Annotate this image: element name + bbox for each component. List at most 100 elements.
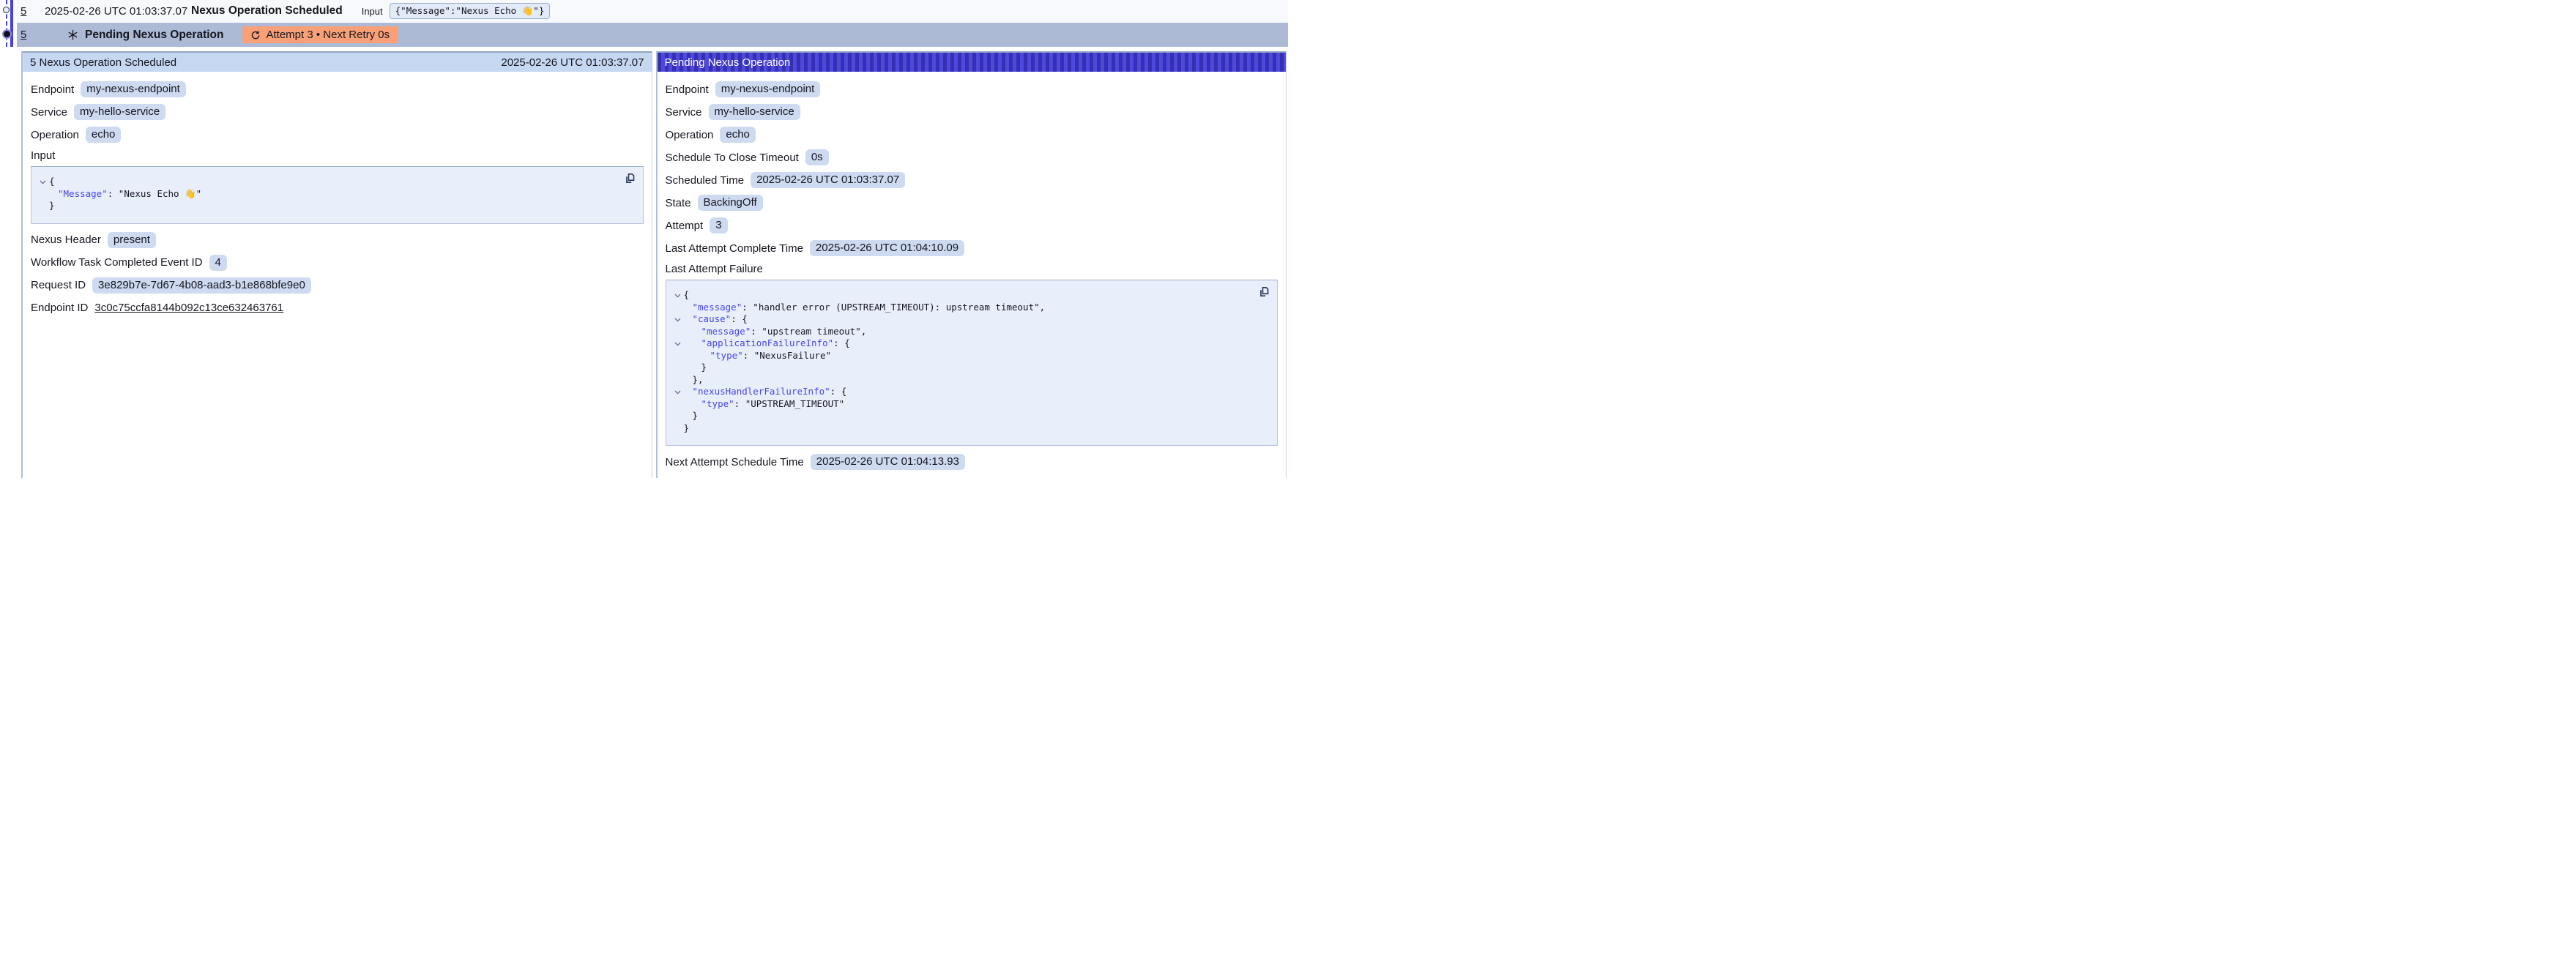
attempt-retry-text: Attempt 3 • Next Retry 0s (266, 29, 390, 41)
event-id-link[interactable]: 5 (21, 29, 31, 41)
pending-operation-panel: Pending Nexus Operation Endpoint my-nexus… (656, 51, 1287, 478)
field-value-badge: present (108, 232, 156, 248)
field-row: Nexus Header present (31, 232, 644, 248)
event-timestamp: 2025-02-26 UTC 01:03:37.07 (45, 5, 191, 18)
panel-title: 5 Nexus Operation Scheduled (30, 56, 176, 69)
input-json-viewer: {"Message": "Nexus Echo 👋"} (31, 166, 644, 224)
attempt-retry-badge: Attempt 3 • Next Retry 0s (242, 26, 398, 43)
field-label: Endpoint ID (31, 302, 88, 314)
pending-panel-content: Endpoint my-nexus-endpoint Servicemy-hello… (658, 72, 1287, 470)
field-row: Scheduled Time2025-02-26 UTC 01:03:37.07 (666, 172, 1278, 188)
scheduled-event-panel: 5 Nexus Operation Scheduled 2025-02-26 U… (21, 51, 652, 478)
json-gutter (37, 188, 49, 201)
field-row: Servicemy-hello-service (666, 104, 1278, 120)
field-label: Attempt (666, 220, 704, 232)
field-value-badge: 4 (209, 255, 227, 271)
chevron-down-icon[interactable] (672, 313, 684, 326)
json-line: "message": "upstream timeout", (672, 326, 1248, 338)
field-value-badge: my-hello-service (709, 104, 800, 120)
field-value-badge: echo (86, 127, 122, 143)
chevron-down-icon[interactable] (672, 289, 684, 302)
json-text: "message": "upstream timeout", (684, 326, 867, 338)
json-gutter (672, 350, 684, 362)
json-text: } (684, 362, 707, 374)
field-label: Nexus Header (31, 234, 101, 246)
field-label: Next Attempt Schedule Time (666, 456, 804, 468)
field-value-link[interactable]: 3c0c75ccfa8144b092c13ce632463761 (94, 302, 283, 314)
json-line: } (37, 200, 614, 212)
json-text: "type": "UPSTREAM_TIMEOUT" (684, 398, 845, 411)
event-title: Nexus Operation Scheduled (191, 4, 343, 18)
pending-asterisk-icon (67, 29, 78, 40)
chevron-down-icon[interactable] (672, 337, 684, 350)
input-group-label: Input (31, 149, 644, 162)
field-value-badge: 2025-02-26 UTC 01:03:37.07 (751, 172, 905, 188)
json-text: } (49, 200, 55, 212)
pending-panel-header: Pending Nexus Operation (658, 51, 1287, 72)
field-label: Endpoint (666, 83, 709, 96)
chevron-down-icon[interactable] (37, 176, 49, 188)
field-row: Endpoint ID 3c0c75ccfa8144b092c13ce632463… (31, 300, 644, 316)
json-line: "Message": "Nexus Echo 👋" (37, 188, 614, 201)
field-row: Endpoint my-nexus-endpoint (666, 81, 1278, 97)
field-value-badge: 0s (805, 149, 829, 165)
json-line: } (672, 362, 1248, 374)
field-value-badge: echo (720, 127, 756, 143)
json-gutter (672, 326, 684, 338)
json-gutter (37, 200, 49, 212)
event-row-pending[interactable]: 5 Pending Nexus Operation Attempt 3 • Ne… (17, 23, 1288, 47)
json-line: { (37, 176, 614, 188)
panel-title: Pending Nexus Operation (665, 56, 791, 69)
json-gutter (672, 362, 684, 374)
chevron-down-icon[interactable] (672, 386, 684, 398)
pending-title: Pending Nexus Operation (85, 29, 223, 42)
field-label: Service (31, 106, 67, 119)
json-line: }, (672, 374, 1248, 386)
scheduled-panel-header: 5 Nexus Operation Scheduled 2025-02-26 U… (23, 51, 652, 72)
panel-timestamp: 2025-02-26 UTC 01:03:37.07 (501, 56, 644, 69)
json-text: "applicationFailureInfo": { (684, 337, 850, 350)
field-label: Request ID (31, 279, 86, 291)
json-gutter (672, 398, 684, 411)
field-value-badge: my-nexus-endpoint (715, 81, 821, 97)
json-line: { (672, 289, 1248, 302)
field-row: Attempt 3 (666, 217, 1278, 234)
field-label: Last Attempt Complete Time (666, 242, 803, 255)
timeline-bar (10, 0, 13, 47)
input-label: Input (362, 6, 383, 17)
field-value-badge: my-nexus-endpoint (81, 81, 186, 97)
json-line: } (672, 410, 1248, 422)
json-text: "message": "handler error (UPSTREAM_TIME… (684, 302, 1046, 314)
event-row-scheduled[interactable]: 5 2025-02-26 UTC 01:03:37.07 Nexus Opera… (17, 0, 1288, 22)
json-text: } (684, 410, 699, 422)
field-value-badge: my-hello-service (74, 104, 165, 120)
retry-arrow-icon (250, 30, 261, 40)
json-text: "Message": "Nexus Echo 👋" (49, 188, 201, 201)
json-line: "type": "NexusFailure" (672, 350, 1248, 362)
field-label: Endpoint (31, 83, 74, 96)
field-row: Last Attempt Complete Time2025-02-26 UTC… (666, 240, 1278, 256)
json-text: } (684, 422, 690, 435)
field-label: Schedule To Close Timeout (666, 152, 799, 164)
event-id-link[interactable]: 5 (21, 5, 31, 18)
json-line: "type": "UPSTREAM_TIMEOUT" (672, 398, 1248, 411)
copy-button[interactable] (622, 172, 637, 187)
copy-icon (624, 172, 636, 184)
field-row: Operation echo (31, 127, 644, 143)
field-row: Endpoint my-nexus-endpoint (31, 81, 644, 97)
field-label: State (666, 197, 691, 209)
json-text: "nexusHandlerFailureInfo": { (684, 386, 847, 398)
scheduled-panel-content: Endpoint my-nexus-endpoint Service my-hello… (23, 72, 652, 316)
field-label: Operation (31, 129, 79, 141)
field-row: Operation echo (666, 127, 1278, 143)
field-row: Service my-hello-service (31, 104, 644, 120)
detail-panels: 5 Nexus Operation Scheduled 2025-02-26 U… (21, 51, 1287, 478)
field-value-badge: 3 (710, 217, 727, 234)
circle-outline-icon (3, 7, 10, 13)
event-history-view: 5 2025-02-26 UTC 01:03:37.07 Nexus Opera… (0, 0, 1288, 478)
field-label: Operation (666, 129, 714, 141)
copy-button[interactable] (1257, 285, 1271, 300)
json-gutter (672, 302, 684, 314)
input-value-chip: {"Message":"Nexus Echo 👋"} (390, 3, 551, 19)
json-line: "nexusHandlerFailureInfo": { (672, 386, 1248, 398)
